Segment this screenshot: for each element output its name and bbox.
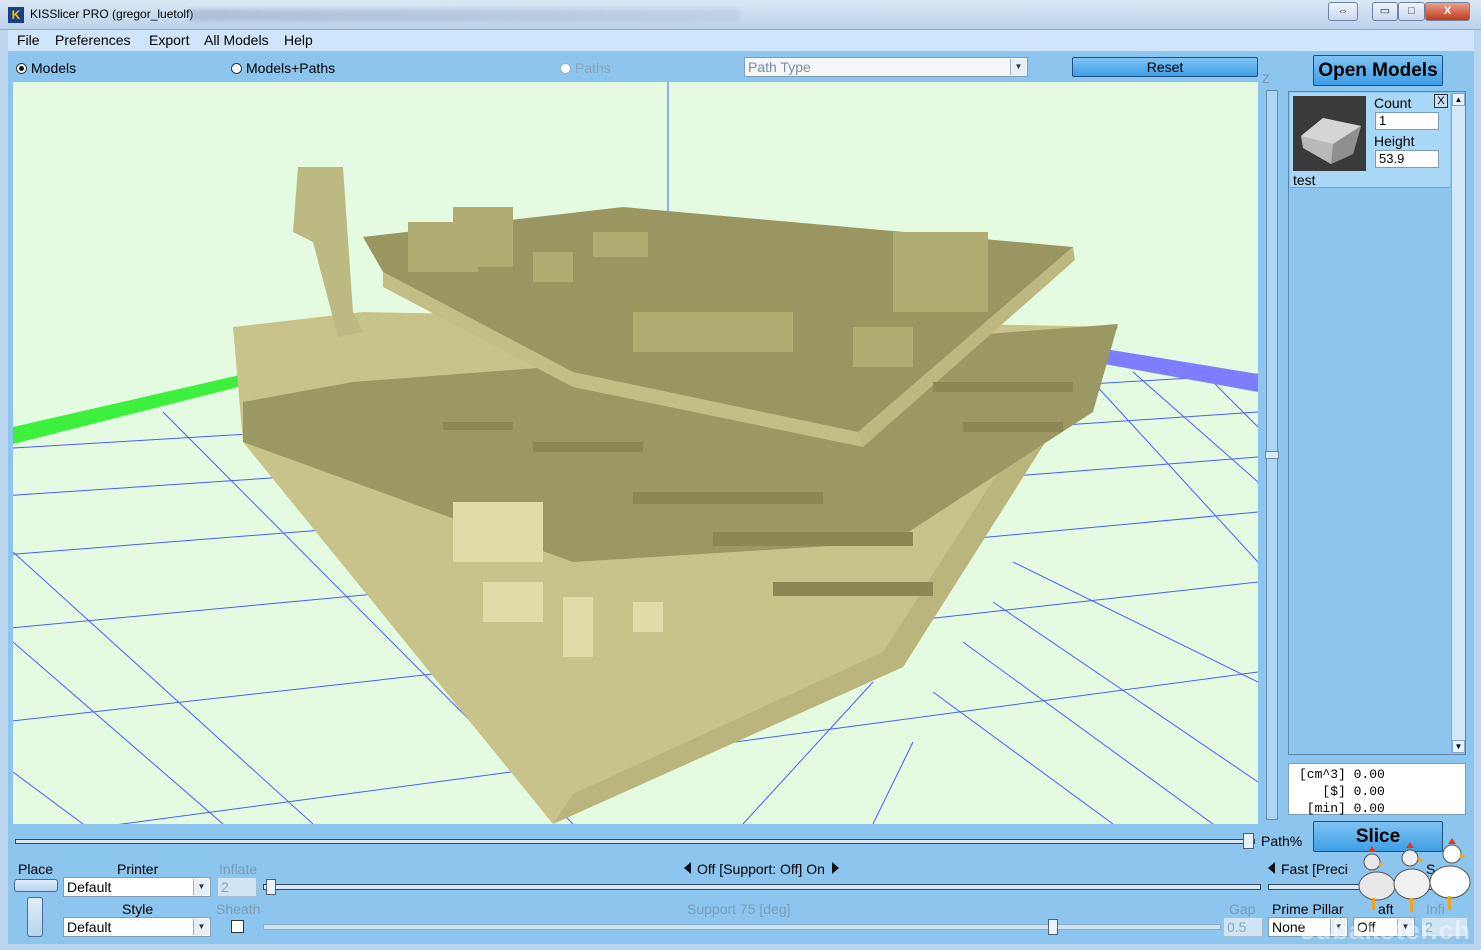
radio-models-paths-dot [231,62,242,74]
radio-paths-label: Paths [575,60,611,76]
blurred-title-extension [190,9,740,21]
path-percent-label: Path% [1261,833,1303,849]
window-title: KISSlicer PRO (gregor_luetolf) [30,7,194,21]
model-thumbnail-image [1301,118,1361,164]
kisslicer-app-icon: K [8,7,24,23]
printer-select[interactable]: Default ▼ [63,877,211,897]
gap-input[interactable]: 0.5 [1223,917,1263,937]
radio-models-label: Models [31,60,77,76]
reset-button[interactable]: Reset [1072,57,1258,77]
open-models-button[interactable]: Open Models [1313,55,1443,86]
stat-time: [min] 0.00 [1299,801,1385,816]
support-angle-track [263,924,1221,930]
radio-models[interactable]: Models [16,60,76,76]
style-value: Default [67,919,112,935]
chevron-down-icon: ▼ [193,879,209,895]
model-card[interactable]: Count 1 Height 53.9 test X [1290,93,1450,188]
minimize-button[interactable]: ▭ [1372,2,1398,21]
path-slider-track [15,839,1255,844]
chicken-logo-icon [1358,838,1471,912]
sheath-label: Sheath [216,901,261,917]
stat-volume: [cm^3] 0.00 [1299,767,1385,782]
menu-all-models[interactable]: All Models [204,32,269,48]
menu-help[interactable]: Help [284,32,313,48]
model-list-scrollbar[interactable]: ▲ ▼ [1451,93,1465,753]
count-label: Count [1374,95,1412,111]
restore-size-button[interactable]: ⇔ [1328,2,1358,21]
count-input[interactable]: 1 [1375,112,1439,130]
model-mesh [233,167,1118,824]
support-increase-icon[interactable] [832,862,839,874]
chevron-down-icon: ▼ [193,919,209,935]
place-label: Place [18,861,54,877]
sheath-checkbox[interactable] [231,920,244,933]
3d-scene [13,82,1258,824]
x-axis-bar [13,372,258,444]
support-angle-thumb[interactable] [1048,919,1058,935]
support-angle-label: Support 75 [deg] [687,901,791,917]
path-type-select[interactable]: Path Type ▼ [744,57,1028,77]
title-bar: K KISSlicer PRO (gregor_luetolf) ⇔ ▭ □ X [0,0,1481,30]
support-slider-track [263,884,1261,890]
radio-paths-dot [560,62,571,74]
scroll-down-icon[interactable]: ▼ [1452,740,1465,753]
style-label: Style [122,901,154,917]
model-list-panel [1288,91,1466,755]
place-vertical-button[interactable] [27,897,43,937]
stat-cost: [$] 0.00 [1299,784,1385,799]
scroll-up-icon[interactable]: ▲ [1452,93,1465,106]
inflate-input[interactable]: 2 [217,877,257,897]
menu-bar: File Preferences Export All Models Help [8,30,1474,51]
y-axis-bar [1093,347,1258,392]
speed-decrease-icon[interactable] [1268,862,1275,874]
menu-file[interactable]: File [17,32,40,48]
path-slider-thumb[interactable] [1243,833,1254,849]
radio-models-dot [16,62,27,74]
remove-model-button[interactable]: X [1434,94,1448,108]
maximize-button[interactable]: □ [1398,2,1425,21]
model-name: test [1293,172,1316,188]
radio-paths[interactable]: Paths [560,60,611,76]
gap-label: Gap [1229,901,1256,917]
style-select[interactable]: Default ▼ [63,917,211,937]
speed-label: Fast [Preci [1281,861,1348,877]
printer-label: Printer [117,861,159,877]
chevron-down-icon: ▼ [1010,59,1026,75]
inflate-label: Inflate [219,861,258,877]
path-type-placeholder: Path Type [748,59,811,75]
support-angle-slider[interactable] [263,919,1221,935]
height-label: Height [1374,133,1415,149]
z-slider-thumb[interactable] [1265,451,1279,459]
menu-export[interactable]: Export [149,32,189,48]
place-button[interactable] [14,879,58,892]
printer-value: Default [67,879,112,895]
close-button[interactable]: X [1425,2,1470,21]
radio-models-paths-label: Models+Paths [246,60,336,76]
support-slider-thumb[interactable] [266,879,276,895]
z-slider-label: Z [1262,72,1270,86]
radio-models-paths[interactable]: Models+Paths [231,60,335,76]
support-toggle-label: Off [Support: Off] On [697,861,825,877]
watermark: 3dbakster.ch [1300,915,1471,945]
support-slider[interactable] [263,879,1261,895]
3d-viewport[interactable] [13,82,1258,824]
z-slider[interactable] [1265,90,1279,820]
stats-panel: [cm^3] 0.00 [$] 0.00 [min] 0.00 [1288,763,1466,816]
path-percent-slider[interactable] [13,832,1258,850]
menu-preferences[interactable]: Preferences [55,32,130,48]
support-decrease-icon[interactable] [684,862,691,874]
height-input[interactable]: 53.9 [1375,150,1439,168]
model-thumbnail [1293,96,1366,171]
